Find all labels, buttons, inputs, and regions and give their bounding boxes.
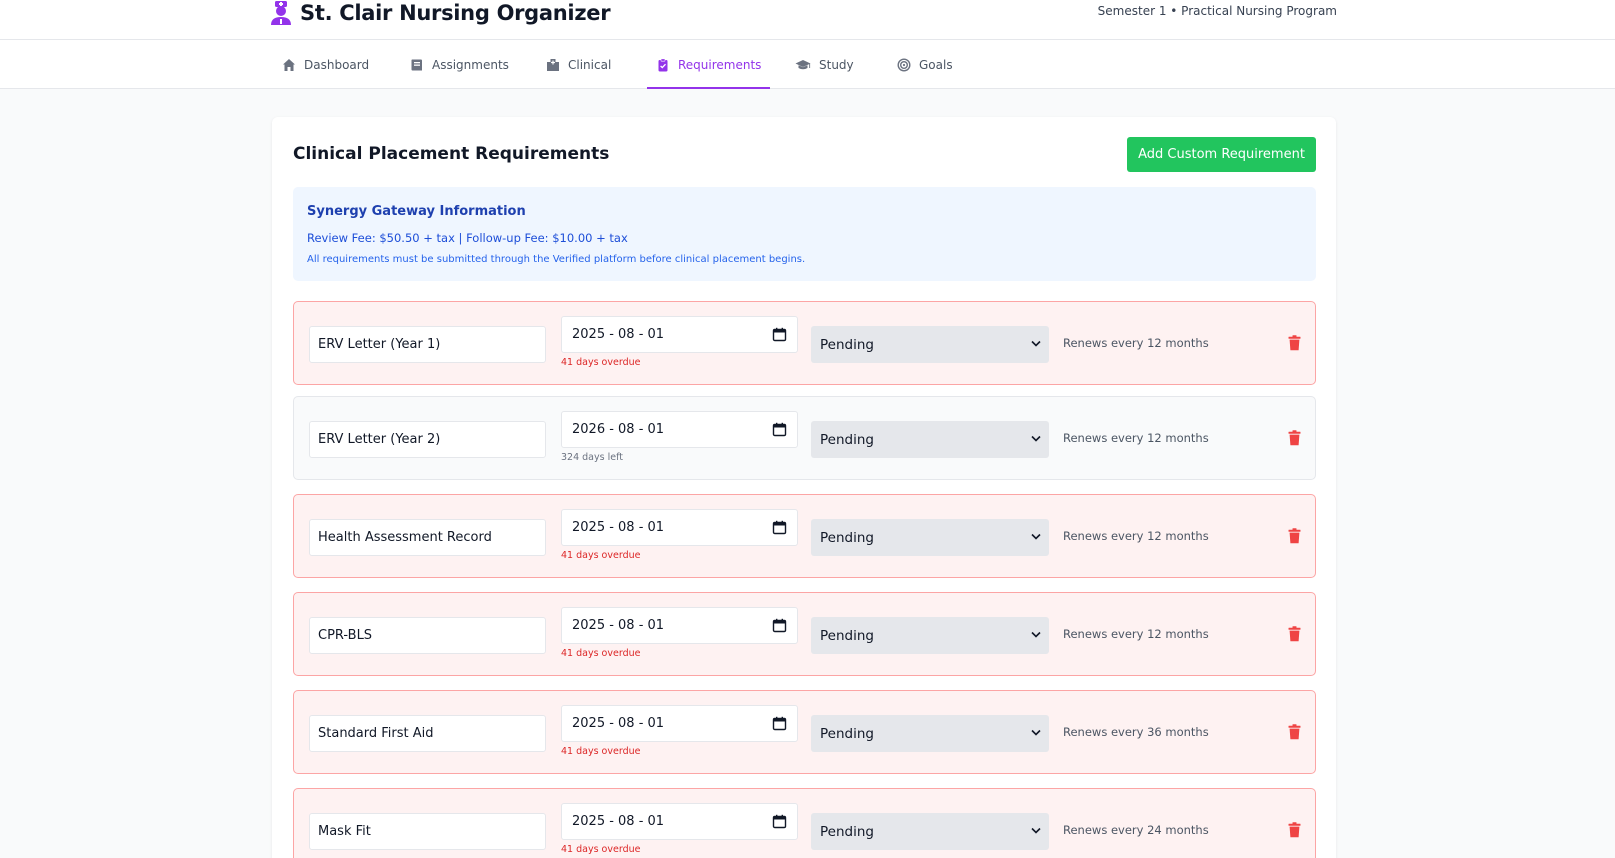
home-icon [283, 58, 295, 71]
status-select[interactable]: Pending [811, 813, 1049, 850]
status-select[interactable]: Pending [811, 421, 1049, 458]
requirement-name-input[interactable] [309, 617, 546, 654]
requirement-row: 2025 - 08 - 01 41 days overdue Pending R… [293, 690, 1316, 774]
tab-study[interactable]: Study [795, 40, 854, 89]
due-date-input[interactable]: 2025 - 08 - 01 [561, 316, 798, 353]
requirement-name-input[interactable] [309, 326, 546, 363]
status-value: Pending [820, 823, 874, 840]
status-value: Pending [820, 529, 874, 546]
due-date-value: 2025 - 08 - 01 [572, 814, 665, 829]
chevron-down-icon [1031, 533, 1041, 540]
tab-assignments[interactable]: Assignments [410, 40, 509, 89]
chevron-down-icon [1031, 435, 1041, 442]
trash-icon[interactable] [1288, 724, 1301, 740]
trash-icon[interactable] [1288, 430, 1301, 446]
renewal-text: Renews every 36 months [1063, 725, 1209, 739]
due-date-input[interactable]: 2025 - 08 - 01 [561, 509, 798, 546]
info-note: All requirements must be submitted throu… [307, 254, 806, 265]
status-value: Pending [820, 725, 874, 742]
status-select[interactable]: Pending [811, 519, 1049, 556]
due-date-input[interactable]: 2025 - 08 - 01 [561, 705, 798, 742]
tab-label: Goals [919, 57, 953, 72]
requirement-name-input[interactable] [309, 813, 546, 850]
due-status-text: 41 days overdue [561, 844, 641, 855]
book-icon [411, 59, 422, 70]
trash-icon[interactable] [1288, 822, 1301, 838]
calendar-icon[interactable] [772, 422, 787, 437]
requirement-row: 2025 - 08 - 01 41 days overdue Pending R… [293, 301, 1316, 385]
calendar-icon[interactable] [772, 618, 787, 633]
tab-goals[interactable]: Goals [897, 40, 953, 89]
requirement-name-input[interactable] [309, 715, 546, 752]
program-subtitle: Semester 1 • Practical Nursing Program [1097, 4, 1337, 18]
due-status-text: 324 days left [561, 452, 623, 463]
calendar-icon[interactable] [772, 716, 787, 731]
status-select[interactable]: Pending [811, 617, 1049, 654]
status-select[interactable]: Pending [811, 715, 1049, 752]
status-value: Pending [820, 336, 874, 353]
chevron-down-icon [1031, 631, 1041, 638]
due-date-input[interactable]: 2026 - 08 - 01 [561, 411, 798, 448]
requirements-card: Clinical Placement Requirements Add Cust… [272, 117, 1336, 858]
chevron-down-icon [1031, 340, 1041, 347]
due-date-value: 2025 - 08 - 01 [572, 327, 665, 342]
requirement-row: 2025 - 08 - 01 41 days overdue Pending R… [293, 788, 1316, 858]
due-date-value: 2025 - 08 - 01 [572, 618, 665, 633]
due-status-text: 41 days overdue [561, 550, 641, 561]
active-tab-indicator [647, 87, 771, 89]
requirement-row: 2025 - 08 - 01 41 days overdue Pending R… [293, 494, 1316, 578]
hospital-icon [547, 58, 559, 71]
requirement-name-input[interactable] [309, 421, 546, 458]
tab-label: Study [819, 57, 854, 72]
requirement-row: 2026 - 08 - 01 324 days left Pending Ren… [293, 396, 1316, 480]
synergy-info-panel: Synergy Gateway Information Review Fee: … [293, 187, 1316, 281]
due-status-text: 41 days overdue [561, 746, 641, 757]
due-date-input[interactable]: 2025 - 08 - 01 [561, 803, 798, 840]
renewal-text: Renews every 24 months [1063, 823, 1209, 837]
due-status-text: 41 days overdue [561, 648, 641, 659]
chevron-down-icon [1031, 729, 1041, 736]
status-select[interactable]: Pending [811, 326, 1049, 363]
renewal-text: Renews every 12 months [1063, 431, 1209, 445]
tab-label: Assignments [432, 57, 509, 72]
target-icon [897, 57, 911, 72]
renewal-text: Renews every 12 months [1063, 336, 1209, 350]
due-status-text: 41 days overdue [561, 357, 641, 368]
status-value: Pending [820, 431, 874, 448]
status-value: Pending [820, 627, 874, 644]
app-title: St. Clair Nursing Organizer [300, 1, 611, 25]
brand: St. Clair Nursing Organizer [270, 0, 611, 26]
requirement-name-input[interactable] [309, 519, 546, 556]
clipboard-check-icon [658, 58, 668, 71]
tab-label: Requirements [678, 57, 762, 72]
info-fees: Review Fee: $50.50 + tax | Follow-up Fee… [307, 231, 628, 245]
trash-icon[interactable] [1288, 626, 1301, 642]
chevron-down-icon [1031, 827, 1041, 834]
graduation-cap-icon [795, 59, 811, 69]
trash-icon[interactable] [1288, 528, 1301, 544]
renewal-text: Renews every 12 months [1063, 529, 1209, 543]
requirement-row: 2025 - 08 - 01 41 days overdue Pending R… [293, 592, 1316, 676]
tab-label: Dashboard [304, 57, 370, 72]
add-custom-requirement-button[interactable]: Add Custom Requirement [1127, 137, 1316, 172]
due-date-value: 2026 - 08 - 01 [572, 422, 665, 437]
due-date-input[interactable]: 2025 - 08 - 01 [561, 607, 798, 644]
calendar-icon[interactable] [772, 520, 787, 535]
tab-requirements[interactable]: Requirements [647, 40, 771, 89]
tab-label: Clinical [568, 57, 612, 72]
info-title: Synergy Gateway Information [307, 204, 526, 219]
nurse-icon [271, 1, 291, 25]
page-title: Clinical Placement Requirements [293, 144, 610, 164]
renewal-text: Renews every 12 months [1063, 627, 1209, 641]
nav-tabs: Dashboard Assignments Clinical Requireme… [0, 40, 1615, 89]
trash-icon[interactable] [1288, 335, 1301, 351]
calendar-icon[interactable] [772, 814, 787, 829]
calendar-icon[interactable] [772, 327, 787, 342]
tab-dashboard[interactable]: Dashboard [282, 40, 369, 89]
app-header: St. Clair Nursing Organizer Semester 1 •… [0, 0, 1615, 40]
due-date-value: 2025 - 08 - 01 [572, 520, 665, 535]
tab-clinical[interactable]: Clinical [546, 40, 611, 89]
due-date-value: 2025 - 08 - 01 [572, 716, 665, 731]
